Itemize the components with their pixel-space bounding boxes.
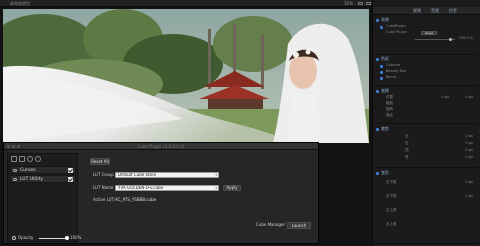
crop-enable-checkbox[interactable]	[376, 128, 379, 131]
inspector-tabs: 视频 音频 信息	[373, 7, 480, 15]
transform-section: 变换 位置 0 px 0 px 缩放 旋转 锚点	[375, 88, 479, 124]
plugin-title-bar[interactable]: Cube Plugin v1.0.16 (4)	[4, 143, 318, 150]
bottom-right-label: 右下角	[386, 194, 397, 198]
layer-checkbox[interactable]	[68, 177, 73, 182]
section-title: 色彩	[381, 56, 389, 61]
lut-group-value: Default Cube Store	[118, 172, 157, 177]
blend-label: Blend	[386, 75, 396, 79]
section-title: 变形	[381, 170, 389, 175]
eye-icon[interactable]	[13, 169, 17, 172]
inspector-panel: 视频 音频 信息 效果 CubePlugin Cube Plugin Reset…	[372, 0, 480, 246]
mix-slider-knob[interactable]	[449, 38, 452, 41]
palette-icon[interactable]	[35, 156, 41, 162]
lut-name-value: YVA-GOLDEN-D-v.cube	[118, 185, 164, 190]
view-icon[interactable]	[358, 2, 363, 5]
effect-subname: Cube Plugin	[386, 30, 407, 34]
eye-icon[interactable]	[13, 178, 17, 181]
blend-checkbox[interactable]	[380, 77, 383, 80]
chevron-down-icon: ▾	[215, 186, 217, 190]
zoom-level[interactable]: 35%	[344, 0, 353, 7]
section-title: 效果	[381, 17, 389, 22]
tab-audio[interactable]: 音频	[431, 7, 439, 15]
position-label: 位置	[386, 95, 393, 99]
layer-item-lut-utility[interactable]: LUT Utility	[10, 175, 76, 183]
crop-section: 裁剪 左 0 px 右 0 px 顶 0 px 底 0 px	[375, 126, 479, 168]
crop-bottom-value[interactable]: 0 px	[465, 155, 473, 160]
section-title: 变换	[381, 88, 389, 93]
launch-button[interactable]: Launch	[287, 222, 311, 229]
project-title: 未命名项目	[10, 1, 30, 6]
crop-top-label: 顶	[405, 148, 409, 152]
opacity-label: Opacity	[18, 235, 34, 240]
position-x-value[interactable]: 0 px	[441, 95, 449, 100]
active-lut-label: Active LUT:	[93, 197, 115, 202]
cube-plugin-window: Cube Plugin v1.0.16 (4) Curves LUT Utili…	[3, 142, 319, 244]
opacity-value: 100%	[70, 235, 82, 240]
transform-enable-checkbox[interactable]	[376, 90, 379, 93]
filter-icon[interactable]	[11, 156, 17, 162]
effects-section: 效果 CubePlugin Cube Plugin Reset 100.0 %	[375, 17, 479, 55]
cubeplugin-enable-checkbox[interactable]	[380, 26, 383, 29]
position-y-value[interactable]: 0 px	[465, 95, 473, 100]
opacity-slider[interactable]	[39, 238, 67, 239]
layer-label: Curves	[20, 168, 36, 173]
top-left-label: 左上角	[386, 208, 397, 212]
tab-info[interactable]: 信息	[449, 7, 457, 15]
distort-enable-checkbox[interactable]	[376, 172, 379, 175]
video-viewer[interactable]	[3, 9, 369, 143]
color-enable-checkbox[interactable]	[376, 58, 379, 61]
beauty-box-label: Beauty Box	[386, 69, 406, 73]
lut-group-select[interactable]: Default Cube Store ▾	[115, 172, 219, 178]
reset-all-button[interactable]: Reset All	[90, 158, 110, 165]
color-section: 色彩 Colorize Beauty Box Blend	[375, 56, 479, 86]
active-lut-value: AC_ATS_YSBBB.cube	[115, 197, 157, 202]
crop-bottom-label: 底	[405, 155, 409, 159]
opacity-icon	[12, 236, 16, 240]
image-icon[interactable]	[19, 156, 25, 162]
rotation-label: 旋转	[386, 107, 393, 111]
bottom-left-label: 左下角	[386, 180, 397, 184]
opacity-slider-thumb[interactable]	[65, 236, 69, 240]
tab-video[interactable]: 视频	[413, 7, 421, 15]
apply-button[interactable]: Apply	[223, 185, 241, 191]
mix-value[interactable]: 100.0 %	[459, 36, 473, 41]
lut-settings: Reset All LUT Group Default Cube Store ▾…	[84, 153, 316, 242]
crop-right-value[interactable]: 0 px	[465, 141, 473, 146]
top-right-label: 右上角	[386, 222, 397, 226]
reset-button[interactable]: Reset	[421, 31, 437, 35]
lut-name-select[interactable]: YVA-GOLDEN-D-v.cube ▾	[115, 185, 219, 191]
distort-section: 变形 左下角 0 px 右下角 0 px 左上角 右上角	[375, 170, 479, 244]
layer-sidebar: Curves LUT Utility Opacity 100%	[7, 153, 82, 242]
layout-icon[interactable]	[366, 2, 371, 5]
cube-manager-label: Cube Manager	[256, 222, 286, 227]
colorize-label: Colorize	[386, 63, 401, 67]
effects-enable-checkbox[interactable]	[376, 19, 379, 22]
section-title: 裁剪	[381, 126, 389, 131]
crop-left-value[interactable]: 0 px	[465, 134, 473, 139]
bottom-right-value[interactable]: 0 px	[465, 194, 473, 199]
viewer-frame-image	[3, 9, 369, 143]
color-wheel-icon[interactable]	[27, 156, 33, 162]
plugin-title: Cube Plugin v1.0.16 (4)	[137, 144, 185, 149]
crop-left-label: 左	[405, 134, 409, 138]
bottom-left-value[interactable]: 0 px	[465, 180, 473, 185]
crop-right-label: 右	[405, 141, 409, 145]
layer-label: LUT Utility	[20, 177, 43, 182]
opacity-control: Opacity 100%	[12, 234, 82, 242]
lut-group-label: LUT Group	[93, 172, 114, 177]
chevron-down-icon: ▾	[215, 173, 217, 177]
effect-name: CubePlugin	[386, 24, 406, 28]
colorize-checkbox[interactable]	[380, 65, 383, 68]
crop-top-value[interactable]: 0 px	[465, 148, 473, 153]
layer-item-curves[interactable]: Curves	[10, 166, 76, 174]
scale-label: 缩放	[386, 101, 393, 105]
anchor-label: 锚点	[386, 113, 393, 117]
beauty-box-checkbox[interactable]	[380, 71, 383, 74]
lut-name-label: LUT Name	[93, 185, 114, 190]
layer-checkbox[interactable]	[68, 168, 73, 173]
